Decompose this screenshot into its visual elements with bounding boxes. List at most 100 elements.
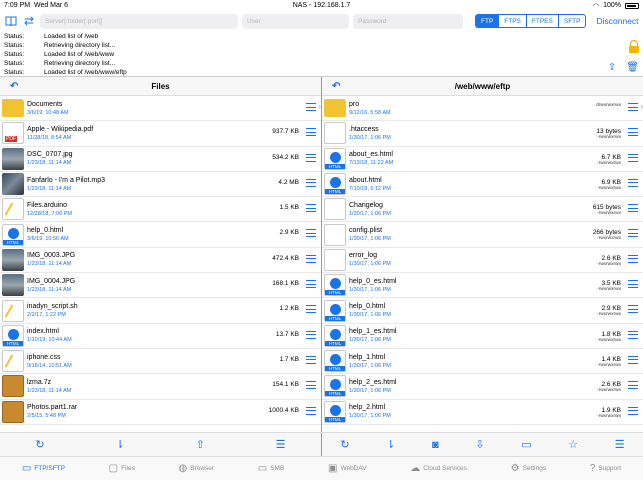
file-permissions: -rwxrwxrwx (597, 413, 621, 419)
back-icon[interactable]: ↶ (10, 81, 18, 92)
folder-row[interactable]: Documents 3/6/19, 10:48 AM › (0, 96, 321, 122)
row-menu-icon[interactable] (628, 178, 638, 187)
trash-icon[interactable]: 🗑︎ (626, 63, 639, 73)
file-row[interactable]: about_es.html7/13/18, 11:22 AM6.7 KB-rwx… (322, 147, 643, 172)
row-menu-icon[interactable] (306, 280, 316, 289)
file-row[interactable]: help_2.html1/30/17, 1:06 PM1.9 KB-rwxrwx… (322, 400, 643, 425)
file-row[interactable]: IMG_0003.JPG 1/23/18, 11:14 AM 472.4 KB (0, 248, 321, 274)
row-menu-icon[interactable] (628, 280, 638, 289)
row-menu-icon[interactable] (306, 128, 316, 137)
file-row[interactable]: error_log 1/30/17, 1:06 PM 2.6 KB -rwxrwxrw… (322, 248, 643, 274)
file-row[interactable]: .htaccess 1/30/17, 1:06 PM 13 bytes -rwxrwx… (322, 121, 643, 147)
log-message: Retrieving directory list... (44, 60, 116, 67)
user-input[interactable]: User (242, 13, 349, 29)
tab-smb[interactable]: ▭ SMB (258, 463, 285, 474)
row-menu-icon[interactable] (628, 381, 638, 390)
log-label: Status: (4, 42, 25, 49)
refresh-icon[interactable]: ↻ (340, 438, 349, 451)
file-row[interactable]: help_0_es.html1/30/17, 1:06 PM3.5 KB-rwx… (322, 273, 643, 299)
row-menu-icon[interactable] (306, 305, 316, 314)
tab-cloud-services[interactable]: ☁ Cloud Services (410, 463, 467, 474)
monitor-icon: ▭ (257, 463, 268, 474)
tab-bar: ▭ FTP/SFTP ▢ Files ◍ Browser ▭ SMB ▣ WebDAV ☁ Cloud… (0, 456, 643, 480)
file-row[interactable]: config.plist 1/30/17, 1:06 PM 266 bytes -rw… (322, 222, 643, 248)
file-row[interactable]: DSC_0707.jpg 1/23/18, 11:14 AM 534.2 KB (0, 147, 321, 172)
row-menu-icon[interactable] (306, 355, 316, 364)
file-row[interactable]: lzma.7z 1/23/18, 11:14 AM 154.1 KB (0, 374, 321, 400)
disconnect-button[interactable]: Disconnect (596, 16, 638, 26)
camera-icon[interactable]: ◙ (432, 439, 439, 451)
sort-icon[interactable]: ⇂ (116, 438, 125, 451)
file-row[interactable]: Apple - Wikipedia.pdf11/28/18, 8:54 AM93… (0, 121, 321, 147)
bookmarks-icon[interactable] (4, 14, 18, 28)
share-icon[interactable]: ⇪ (608, 63, 616, 73)
row-menu-icon[interactable] (306, 204, 316, 213)
file-row[interactable]: Changelog 1/30/17, 1:06 PM 615 bytes -rwxrw… (322, 197, 643, 223)
protocol-ftps[interactable]: FTPS (499, 15, 527, 27)
download-icon[interactable]: ⇩ (475, 438, 484, 451)
file-row[interactable]: IMG_0004.JPG 1/23/18, 11:14 AM 168.1 KB (0, 273, 321, 299)
swap-icon[interactable]: ⇄ (22, 14, 36, 28)
tab-label: Settings (522, 465, 547, 472)
menu-icon[interactable]: ☰ (276, 438, 286, 451)
row-menu-icon[interactable] (628, 254, 638, 263)
row-menu-icon[interactable] (306, 229, 316, 238)
row-menu-icon[interactable] (306, 406, 316, 415)
tab-browser[interactable]: ◍ Browser (179, 463, 215, 474)
row-menu-icon[interactable] (306, 103, 316, 111)
row-menu-icon[interactable] (628, 128, 638, 137)
file-row[interactable]: help_2_es.html1/30/17, 1:06 PM2.6 KB-rwx… (322, 374, 643, 400)
file-row[interactable]: inadyn_script.sh 2/2/17, 1:22 PM 1.2 KB (0, 298, 321, 324)
row-menu-icon[interactable] (628, 153, 638, 162)
tab-files[interactable]: ▢ Files (109, 463, 135, 474)
protocol-ftp[interactable]: FTP (476, 15, 500, 27)
file-row[interactable]: Photos.part1.rar 2/5/15, 5:48 PM 1000.4 KB (0, 400, 321, 425)
sort-icon[interactable]: ⇂ (386, 438, 395, 451)
row-menu-icon[interactable] (628, 305, 638, 314)
password-input[interactable]: Password (353, 13, 463, 29)
file-row[interactable]: help_1.html1/30/17, 1:06 PM1.4 KB-rwxrwx… (322, 349, 643, 375)
row-menu-icon[interactable] (628, 229, 638, 238)
protocol-ftpes[interactable]: FTPES (527, 15, 559, 27)
globe-icon: ◍ (178, 463, 188, 474)
file-permissions: -rwxrwxrwx (597, 362, 621, 368)
back-icon[interactable]: ↶ (332, 81, 340, 92)
row-menu-icon[interactable] (628, 406, 638, 415)
upload-icon[interactable]: ⇧ (196, 438, 205, 451)
file-row[interactable]: Fanfarlo - I'm a Pilot.mp3 1/23/18, 11:14… (0, 172, 321, 198)
tab-settings[interactable]: ⚙ Settings (511, 463, 546, 474)
row-menu-icon[interactable] (306, 381, 316, 390)
file-row[interactable]: index.html1/10/19, 10:44 AM13.7 KB (0, 324, 321, 349)
file-row[interactable]: help_0.html1/30/17, 1:06 PM2.9 KB-rwxrwx… (322, 298, 643, 324)
star-icon[interactable]: ☆ (568, 438, 578, 451)
file-size: 1.5 KB (279, 204, 299, 212)
tab-support[interactable]: ? Support (590, 463, 621, 474)
row-menu-icon[interactable] (628, 330, 638, 339)
folder-icon[interactable]: ▭ (521, 438, 531, 451)
row-menu-icon[interactable] (306, 178, 316, 187)
row-menu-icon[interactable] (628, 204, 638, 213)
row-menu-icon[interactable] (306, 254, 316, 263)
log-message: Loaded list of /web (44, 33, 99, 40)
row-menu-icon[interactable] (306, 330, 316, 339)
file-row[interactable]: help_0.html3/6/19, 10:56 AM 2.9 KB (0, 222, 321, 248)
folder-row[interactable]: pro 9/12/16, 5:58 AM drwxrwxrwx › (322, 96, 643, 122)
row-menu-icon[interactable] (628, 355, 638, 364)
log-row: Status: Loaded list of /web/www (4, 50, 639, 59)
protocol-sftp[interactable]: SFTP (559, 15, 586, 27)
menu-icon[interactable]: ☰ (615, 438, 625, 451)
file-row[interactable]: Files.arduino 12/28/18, 7:06 PM 1.5 KB (0, 197, 321, 223)
file-row[interactable]: help_1_es.html1/30/17, 1:06 PM1.8 KB-rwx… (322, 324, 643, 349)
file-row[interactable]: about.html7/10/18, 6:12 PM6.9 KB-rwxrwxr… (322, 172, 643, 198)
file-size: 472.4 KB (272, 254, 299, 262)
tab-ftp-sftp[interactable]: ▭ FTP/SFTP (22, 463, 65, 474)
file-size: 937.7 KB (272, 128, 299, 136)
tab-label: Cloud Services (423, 465, 467, 472)
file-row[interactable]: iphone.css 9/18/14, 10:51 AM 1.7 KB (0, 349, 321, 375)
row-menu-icon[interactable] (306, 153, 316, 162)
tab-webdav[interactable]: ▣ WebDAV (328, 463, 367, 474)
server-input[interactable]: Server[:folder[:port]] (40, 13, 238, 29)
file-date: 2/2/17, 1:22 PM (27, 312, 66, 319)
row-menu-icon[interactable] (628, 103, 638, 111)
refresh-icon[interactable]: ↻ (35, 438, 44, 451)
